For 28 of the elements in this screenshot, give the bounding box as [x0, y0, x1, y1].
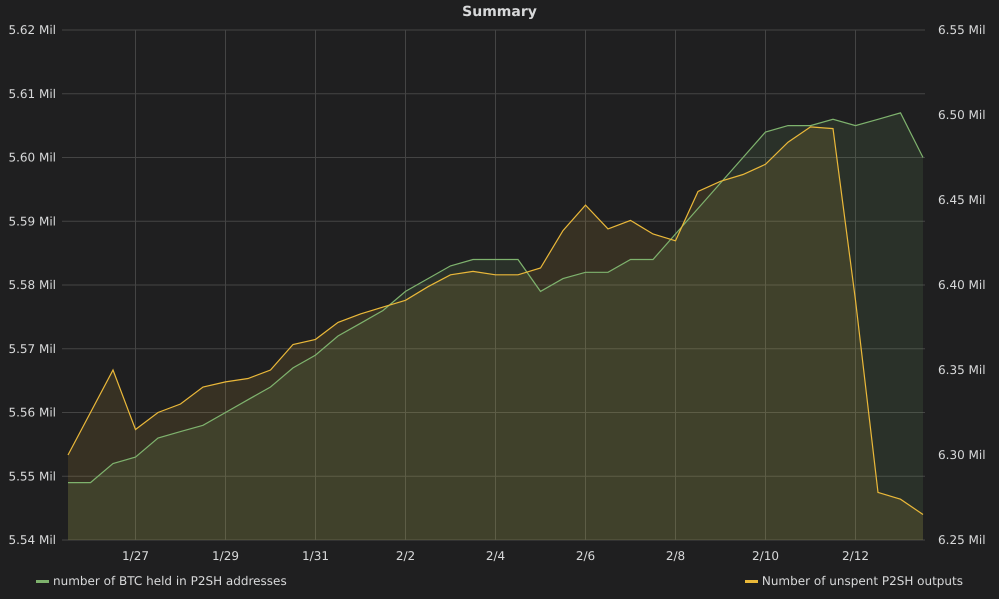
axis-label: 5.58 Mil — [8, 278, 56, 292]
axis-label: 6.25 Mil — [938, 533, 986, 547]
axis-label: 5.59 Mil — [8, 214, 56, 228]
axis-label: 6.40 Mil — [938, 278, 986, 292]
axis-label: 5.56 Mil — [8, 406, 56, 420]
panel-title: Summary — [462, 2, 537, 22]
axis-label: 1/27 — [122, 549, 149, 563]
axis-label: 5.61 Mil — [8, 86, 56, 101]
axis-label: 6.35 Mil — [938, 363, 986, 377]
axis-label: 1/29 — [212, 549, 239, 563]
axis-label: 6.50 Mil — [938, 108, 986, 122]
axis-label: 5.60 Mil — [8, 150, 56, 164]
axis-label: 2/6 — [576, 549, 596, 563]
axis-label: 6.45 Mil — [938, 193, 986, 207]
axis-label: 2/10 — [752, 549, 779, 563]
legend-label[interactable]: number of BTC held in P2SH addresses — [53, 572, 287, 590]
legend-label[interactable]: Number of unspent P2SH outputs — [762, 572, 963, 590]
axis-label: 2/8 — [666, 549, 686, 563]
axis-label: 5.62 Mil — [8, 24, 56, 37]
axis-label: 2/12 — [842, 549, 869, 563]
axis-label: 6.30 Mil — [938, 448, 986, 462]
axis-label: 2/2 — [396, 549, 416, 563]
axis-label: 5.57 Mil — [8, 342, 56, 356]
axis-label: 1/31 — [302, 549, 329, 563]
axis-label: 5.54 Mil — [8, 533, 56, 547]
axis-label: 2/4 — [486, 549, 506, 563]
axis-label: 6.55 Mil — [938, 24, 986, 37]
axis-label: 5.55 Mil — [8, 469, 56, 484]
